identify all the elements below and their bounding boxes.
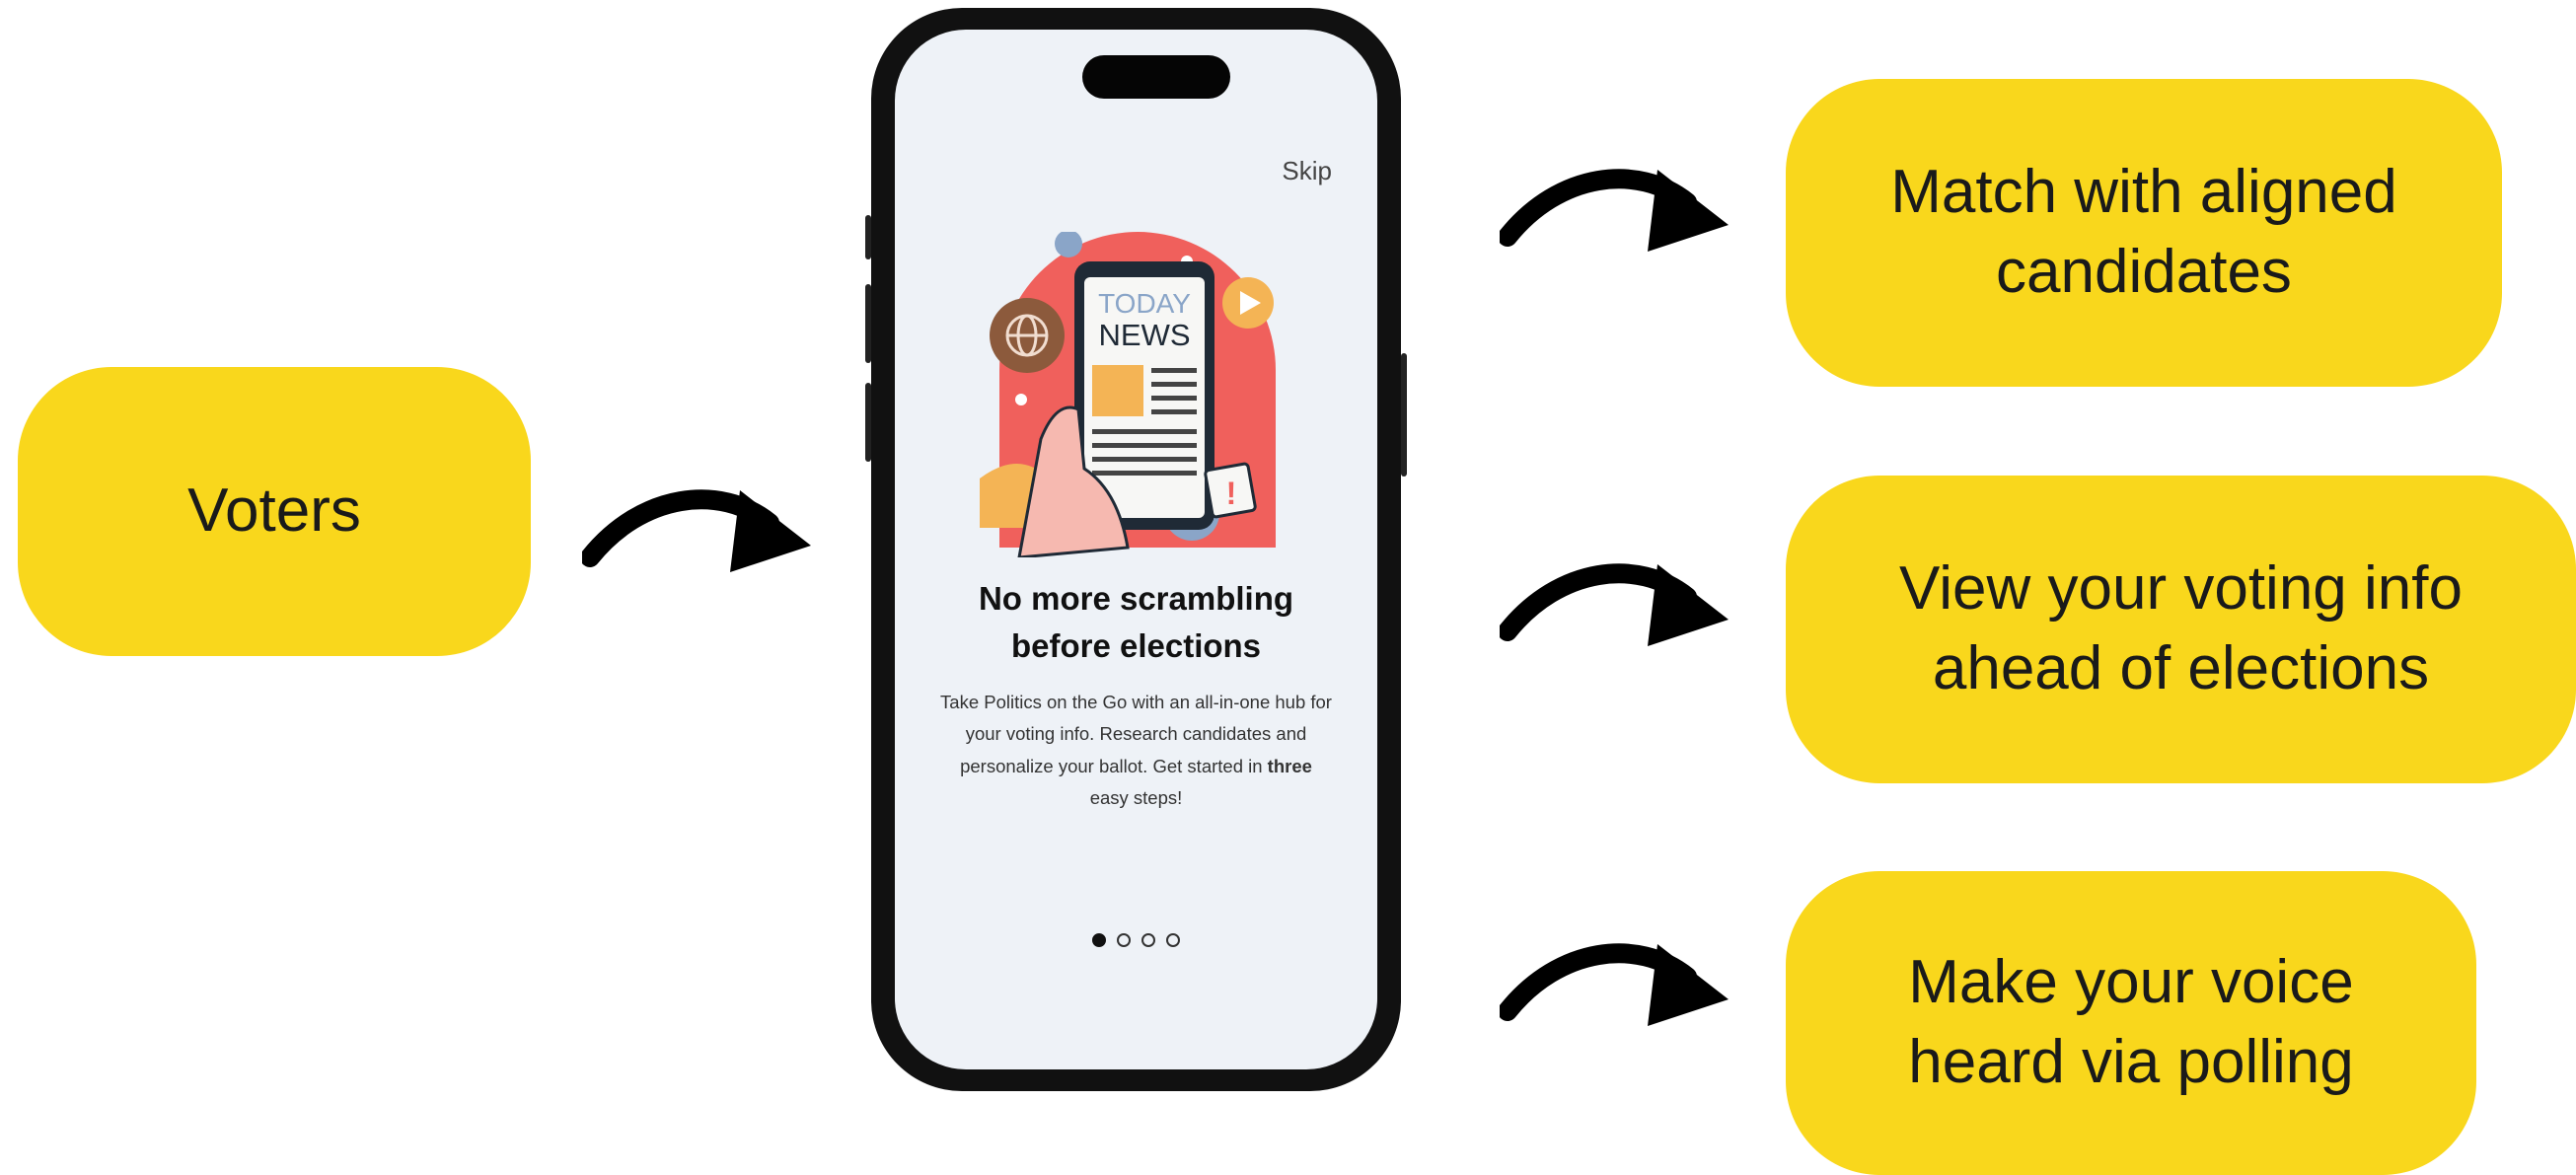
svg-text:!: ! <box>1226 476 1237 511</box>
illustration-news-text: NEWS <box>1099 318 1191 352</box>
pagination-dot-1[interactable] <box>1092 933 1106 947</box>
arrow-to-poll-icon <box>1500 943 1729 1026</box>
arrow-to-match-icon <box>1500 169 1729 252</box>
arrow-to-phone-icon <box>582 489 811 572</box>
phone-screen: Skip TODAY NEWS ! No more scrambling bef… <box>895 30 1377 1069</box>
onboarding-headline: No more scrambling before elections <box>978 580 1294 664</box>
match-candidates-box: Match with aligned candidates <box>1786 79 2502 387</box>
pagination-dot-3[interactable] <box>1141 933 1155 947</box>
polling-label: Make your voice heard via polling <box>1908 948 2354 1096</box>
voters-box: Voters <box>18 367 531 656</box>
phone-volume-up-button <box>865 284 871 363</box>
view-voting-info-box: View your voting info ahead of elections <box>1786 476 2576 783</box>
phone-side-button <box>865 215 871 259</box>
onboarding-description: Take Politics on the Go with an all-in-o… <box>940 692 1332 809</box>
match-candidates-label: Match with aligned candidates <box>1890 158 2397 306</box>
pagination-dot-2[interactable] <box>1117 933 1131 947</box>
phone-mockup: Skip TODAY NEWS ! No more scrambling bef… <box>865 8 1407 1091</box>
pagination-dot-4[interactable] <box>1166 933 1180 947</box>
news-illustration-icon: TODAY NEWS ! <box>980 232 1276 557</box>
voters-label: Voters <box>187 477 361 546</box>
phone-volume-down-button <box>865 383 871 462</box>
skip-button[interactable]: Skip <box>1282 156 1332 186</box>
view-voting-info-label: View your voting info ahead of elections <box>1899 554 2463 702</box>
dynamic-island <box>1082 55 1230 99</box>
arrow-to-view-icon <box>1500 563 1729 646</box>
phone-power-button <box>1401 353 1407 477</box>
polling-box: Make your voice heard via polling <box>1786 871 2476 1175</box>
pagination-dots <box>895 933 1377 947</box>
illustration-today-text: TODAY <box>1098 288 1191 319</box>
